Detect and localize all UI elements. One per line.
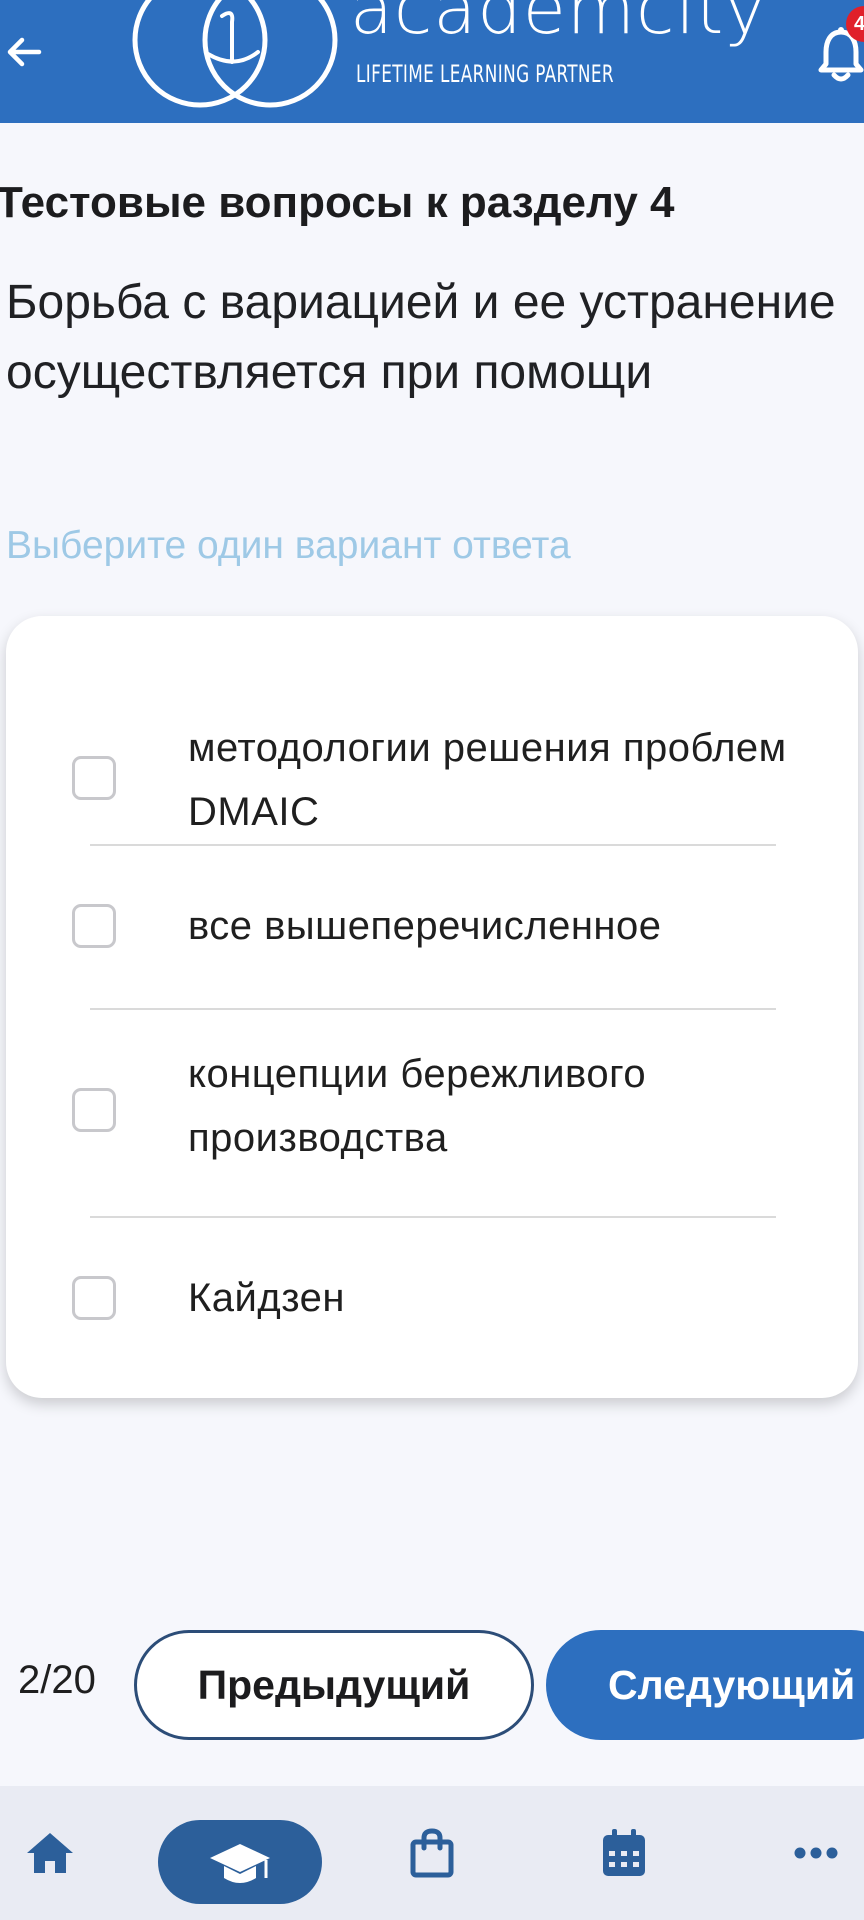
option-divider [90, 1008, 776, 1010]
answer-hint: Выберите один вариант ответа [6, 524, 571, 567]
question-text: Борьба с вариацией и ее устранение осуще… [6, 276, 836, 399]
option-label: Кайдзен [188, 1276, 345, 1320]
previous-button[interactable]: Предыдущий [134, 1630, 534, 1740]
calendar-icon [603, 1829, 645, 1876]
more-icon [794, 1847, 838, 1859]
question-counter: 2/20 [18, 1658, 96, 1702]
answer-options-card: методологии решения проблем DMAIC все вы… [6, 616, 858, 1398]
nav-home[interactable] [14, 1786, 86, 1920]
answer-option[interactable]: Кайдзен [6, 1220, 858, 1380]
answer-option[interactable]: концепции бережливого производства [6, 1012, 858, 1220]
arrow-left-icon [7, 37, 42, 67]
option-divider [90, 1216, 776, 1218]
answer-option[interactable]: методологии решения проблем DMAIC [6, 656, 858, 834]
nav-calendar[interactable] [588, 1786, 660, 1920]
app-header: academcity LIFETIME LEARNING PARTNER 4 [0, 0, 864, 123]
home-icon [27, 1833, 73, 1873]
option-divider [90, 844, 776, 846]
academcity-logo [132, 0, 338, 108]
option-checkbox[interactable] [72, 756, 116, 800]
shopping-bag-icon [410, 1828, 454, 1878]
option-checkbox[interactable] [72, 904, 116, 948]
answer-option[interactable]: все вышеперечисленное [6, 848, 858, 1008]
option-checkbox[interactable] [72, 1276, 116, 1320]
next-button[interactable]: Следующий [546, 1630, 864, 1740]
option-label: все вышеперечисленное [188, 904, 662, 948]
nav-more[interactable] [780, 1786, 852, 1920]
brand-name: academcity [350, 0, 767, 50]
bottom-navigation [0, 1786, 864, 1920]
back-button[interactable] [0, 22, 50, 82]
nav-shop[interactable] [396, 1786, 468, 1920]
section-title: Тестовые вопросы к разделу 4 [0, 178, 675, 227]
nav-learning[interactable] [158, 1820, 322, 1904]
graduation-cap-icon [210, 1844, 270, 1883]
option-label: методологии решения проблем DMAIC [188, 726, 787, 834]
option-checkbox[interactable] [72, 1088, 116, 1132]
option-label: концепции бережливого производства [188, 1052, 647, 1160]
brand-tagline: LIFETIME LEARNING PARTNER [356, 60, 615, 88]
